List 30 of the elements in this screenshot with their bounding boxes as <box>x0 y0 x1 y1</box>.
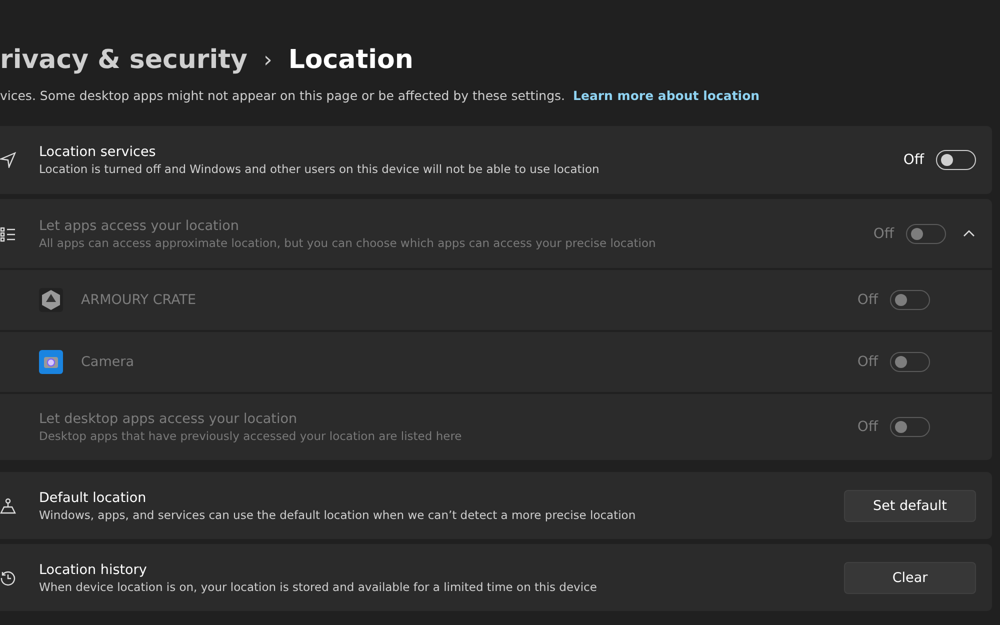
setting-title: Location services <box>39 144 157 160</box>
set-default-button[interactable]: Set default <box>844 490 976 522</box>
setting-title: Let desktop apps access your location <box>39 411 298 427</box>
camera-icon <box>39 350 63 374</box>
breadcrumb-separator: › <box>264 48 272 72</box>
toggle-state-label: Off <box>857 292 878 308</box>
history-icon <box>0 570 16 586</box>
setting-description: Location is turned off and Windows and other users on this device will not be able to use location <box>39 162 600 176</box>
navigation-arrow-icon <box>0 152 16 168</box>
list-icon <box>0 226 16 242</box>
setting-description: Desktop apps that have previously accessed your location are listed here <box>39 429 463 443</box>
setting-title: Location history <box>39 562 148 578</box>
toggle-state-label: Off <box>857 419 878 435</box>
learn-more-link[interactable]: Learn more about location <box>573 88 760 102</box>
clear-button[interactable]: Clear <box>844 562 976 594</box>
page-description: vices. Some desktop apps might not appear on this page or be affected by these settings. <box>0 88 566 102</box>
setting-description: All apps can access approximate location, but you can choose which apps can access your precise location <box>39 236 657 250</box>
page-title: Location <box>288 45 414 75</box>
toggle-state-label: Off <box>857 354 878 370</box>
setting-description: When device location is on, your location is stored and available for a limited time on this device <box>39 580 598 594</box>
app-name: ARMOURY CRATE <box>81 292 198 308</box>
map-pin-icon <box>0 498 16 514</box>
hexagon-logo-icon <box>39 288 63 312</box>
toggle-state-label: Off <box>873 226 894 242</box>
breadcrumb-link[interactable]: rivacy & security <box>0 45 248 75</box>
app-name: Camera <box>81 354 135 370</box>
setting-title: Default location <box>39 490 148 506</box>
toggle-state-label: Off <box>903 152 924 168</box>
setting-title: Let apps access your location <box>39 218 240 234</box>
setting-description: Windows, apps, and services can use the default location when we can’t detect a more precise location <box>39 508 637 522</box>
